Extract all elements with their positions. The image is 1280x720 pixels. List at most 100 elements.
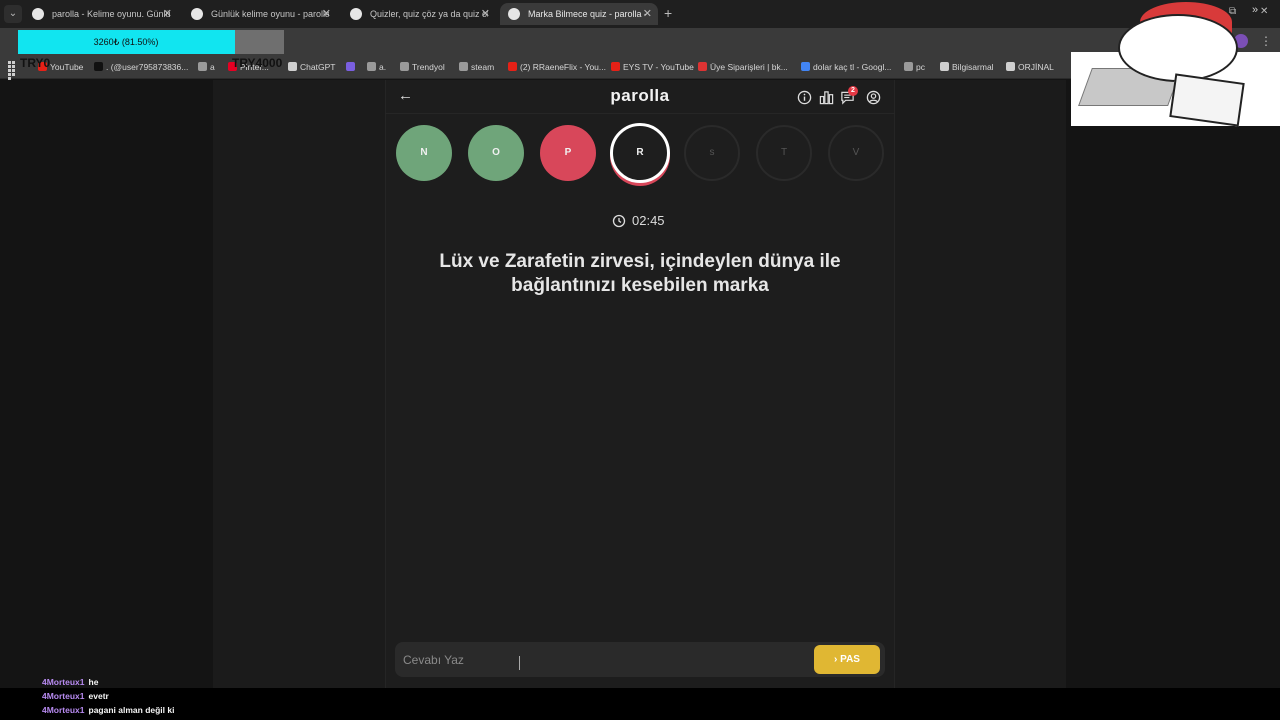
- bookmark-item[interactable]: steam: [459, 55, 494, 79]
- chat-message: 4Morteux1 pagani alman değil ki: [42, 705, 174, 715]
- letter-circle-pending: T: [756, 125, 812, 181]
- bookmark-label: Bilgisarmal: [952, 62, 994, 72]
- stream-chat-panel: [0, 688, 1280, 720]
- account-icon[interactable]: [866, 90, 881, 105]
- bookmark-item[interactable]: Trendyol: [400, 55, 445, 79]
- bookmark-favicon-icon: [94, 62, 103, 71]
- close-window-button[interactable]: ✕: [1260, 6, 1268, 17]
- bookmark-favicon-icon: [904, 62, 913, 71]
- bookmark-favicon-icon: [508, 62, 517, 71]
- answer-input[interactable]: [403, 648, 803, 672]
- tab-title: parolla - Kelime oyunu. Günlük: [52, 9, 170, 19]
- letter-circle-correct: O: [468, 125, 524, 181]
- chat-message: 4Morteux1 he: [42, 677, 98, 687]
- bookmark-label: . (@user795873836...: [106, 62, 189, 72]
- browser-tab[interactable]: Quizler, quiz çöz ya da quiz olu ✕: [342, 3, 496, 25]
- chat-text: evetr: [88, 691, 109, 701]
- letter-circle-current: R: [610, 123, 670, 183]
- cat-mascot-illustration: [1118, 14, 1238, 82]
- close-tab-icon[interactable]: ✕: [643, 3, 652, 25]
- parolla-favicon-icon: [508, 8, 520, 20]
- bookmark-label: EYS TV - YouTube: [623, 62, 694, 72]
- bookmark-favicon-icon: [698, 62, 707, 71]
- bookmarks-overflow-button[interactable]: »: [1252, 4, 1258, 16]
- parolla-favicon-icon: [350, 8, 362, 20]
- close-tab-icon[interactable]: ✕: [481, 3, 490, 25]
- bookmark-label: ORJİNAL: [1018, 62, 1054, 72]
- tab-title: Marka Bilmece quiz - parolla - İ: [528, 9, 650, 19]
- bookmark-label: (2) RRaeneFlix - You...: [520, 62, 606, 72]
- browser-tab[interactable]: parolla - Kelime oyunu. Günlük ✕: [24, 3, 178, 25]
- timer-value: 02:45: [632, 213, 665, 228]
- bookmark-label: pc: [916, 62, 925, 72]
- bookmark-label: a: [210, 62, 215, 72]
- donation-goal-start: TRY0: [20, 56, 51, 70]
- bookmark-favicon-icon: [198, 62, 207, 71]
- stats-icon[interactable]: [819, 90, 834, 105]
- donation-progress-text: 3260₺ (81.50%): [93, 37, 159, 47]
- app-logo[interactable]: parolla: [560, 86, 720, 106]
- chat-text: he: [88, 677, 99, 687]
- left-background: [0, 80, 213, 720]
- bookmark-item[interactable]: Bilgisarmal: [940, 55, 994, 79]
- new-tab-button[interactable]: +: [664, 5, 672, 21]
- bookmark-label: Trendyol: [412, 62, 445, 72]
- chat-message: 4Morteux1 evetr: [42, 691, 109, 701]
- letter-circle-correct: N: [396, 125, 452, 181]
- info-icon[interactable]: [797, 90, 812, 105]
- pass-button[interactable]: › PAS: [814, 645, 880, 674]
- bookmark-label: Üye Siparişleri | bk...: [710, 62, 788, 72]
- pass-button-label: PAS: [840, 654, 860, 665]
- back-arrow-icon[interactable]: ←: [398, 88, 414, 104]
- bookmark-item[interactable]: ORJİNAL: [1006, 55, 1054, 79]
- bookmark-favicon-icon: [940, 62, 949, 71]
- letter-circle-pending: s: [684, 125, 740, 181]
- parolla-favicon-icon: [32, 8, 44, 20]
- bookmark-label: ChatGPT: [300, 62, 336, 72]
- bookmark-favicon-icon: [801, 62, 810, 71]
- bookmark-item[interactable]: . (@user795873836...: [94, 55, 188, 79]
- bookmark-favicon-icon: [367, 62, 376, 71]
- chat-username: 4Morteux1: [42, 691, 85, 701]
- bookmark-item[interactable]: a.: [367, 55, 386, 79]
- close-tab-icon[interactable]: ✕: [322, 3, 331, 25]
- bookmark-item[interactable]: dolar kaç tl - Googl...: [801, 55, 891, 79]
- bookmark-favicon-icon: [400, 62, 409, 71]
- bookmark-item[interactable]: (2) RRaeneFlix - You...: [508, 55, 606, 79]
- donation-progress-bar: 3260₺ (81.50%): [18, 30, 284, 54]
- bookmark-favicon-icon: [1006, 62, 1015, 71]
- chat-username: 4Morteux1: [42, 677, 85, 687]
- letter-circle-wrong: P: [540, 125, 596, 181]
- chevron-right-icon: ›: [834, 654, 838, 665]
- tab-title: Quizler, quiz çöz ya da quiz olu: [370, 9, 488, 19]
- bookmark-item[interactable]: ChatGPT: [288, 55, 335, 79]
- tab-title: Günlük kelime oyunu - parolla: [211, 9, 329, 19]
- bookmark-item[interactable]: Üye Siparişleri | bk...: [698, 55, 788, 79]
- browser-menu-icon[interactable]: ⋮: [1260, 34, 1272, 48]
- bookmark-item[interactable]: [346, 55, 358, 79]
- bookmark-item[interactable]: a: [198, 55, 215, 79]
- text-cursor-icon: [519, 656, 525, 670]
- tab-search-button[interactable]: ⌄: [4, 5, 22, 23]
- bookmark-favicon-icon: [346, 62, 355, 71]
- apps-grid-icon[interactable]: [8, 61, 19, 80]
- browser-tab-active[interactable]: Marka Bilmece quiz - parolla - İ ✕: [500, 3, 658, 25]
- browser-tab[interactable]: Günlük kelime oyunu - parolla ✕: [183, 3, 337, 25]
- chat-text: pagani alman değil ki: [88, 705, 175, 715]
- close-tab-icon[interactable]: ✕: [163, 3, 172, 25]
- bookmark-label: dolar kaç tl - Googl...: [813, 62, 892, 72]
- donation-goal-target: TRY4000: [232, 56, 283, 70]
- bookmark-favicon-icon: [288, 62, 297, 71]
- bookmark-favicon-icon: [611, 62, 620, 71]
- chat-username: 4Morteux1: [42, 705, 85, 715]
- clock-icon: [612, 214, 626, 228]
- parolla-favicon-icon: [191, 8, 203, 20]
- bookmark-favicon-icon: [459, 62, 468, 71]
- bookmark-item[interactable]: pc: [904, 55, 925, 79]
- bookmark-item[interactable]: EYS TV - YouTube: [611, 55, 694, 79]
- letter-circle-pending: V: [828, 125, 884, 181]
- bookmark-label: YouTube: [50, 62, 84, 72]
- bookmark-label: a.: [379, 62, 387, 72]
- question-text: Lüx ve Zarafetin zirvesi, içindeylen dün…: [439, 251, 841, 296]
- bookmark-label: steam: [471, 62, 495, 72]
